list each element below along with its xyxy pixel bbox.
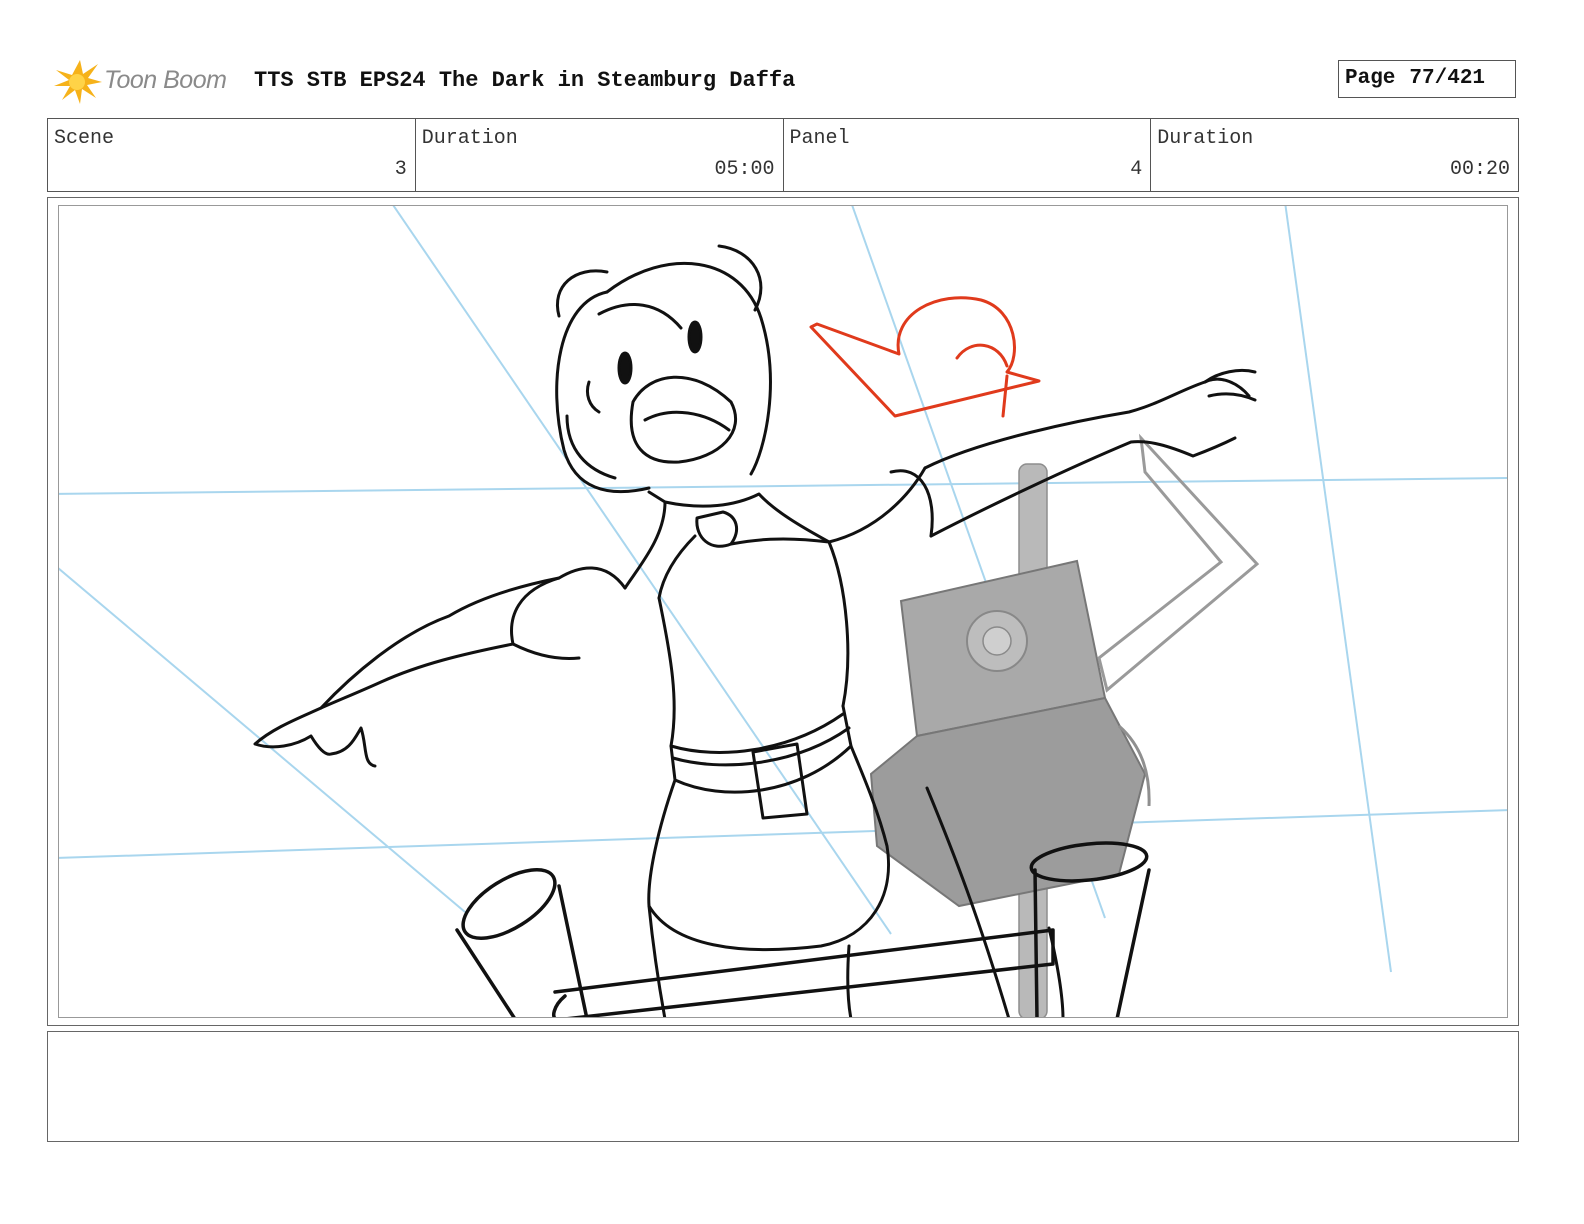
panel-artwork-area xyxy=(58,205,1508,1018)
page-indicator: Page 77/421 xyxy=(1338,60,1516,98)
panel-sketch xyxy=(59,206,1507,1017)
panel-duration-value: 00:20 xyxy=(1449,158,1510,181)
panel-cell: Panel 4 xyxy=(784,119,1152,191)
page-number: 77/421 xyxy=(1409,67,1486,90)
brand-name: Toon Boom xyxy=(104,66,227,94)
character-sketch xyxy=(253,244,1257,1017)
starburst-icon xyxy=(54,60,102,104)
page-label: Page xyxy=(1345,67,1396,90)
scene-duration-label: Duration xyxy=(421,127,518,150)
scene-cell: Scene 3 xyxy=(48,119,416,191)
document-title: TTS STB EPS24 The Dark in Steamburg Daff… xyxy=(254,68,796,93)
lamp-box-prop xyxy=(869,433,1260,1017)
panel-label: Panel xyxy=(789,127,850,150)
panel-duration-label: Duration xyxy=(1157,127,1254,150)
red-bird-sketch xyxy=(809,296,1041,418)
scene-info-row: Scene 3 Duration 05:00 Panel 4 Duration … xyxy=(47,118,1519,192)
storyboard-panel xyxy=(47,197,1519,1026)
scene-label: Scene xyxy=(54,127,115,150)
toon-boom-logo: Toon Boom xyxy=(50,56,240,106)
panel-duration-cell: Duration 00:20 xyxy=(1151,119,1518,191)
scene-duration-value: 05:00 xyxy=(714,158,775,181)
scene-number: 3 xyxy=(394,158,407,181)
perspective-guides xyxy=(59,206,1507,973)
panel-caption-box xyxy=(47,1031,1519,1142)
panel-number: 4 xyxy=(1130,158,1143,181)
page-header: Toon Boom TTS STB EPS24 The Dark in Stea… xyxy=(0,0,1584,115)
scene-duration-cell: Duration 05:00 xyxy=(416,119,784,191)
